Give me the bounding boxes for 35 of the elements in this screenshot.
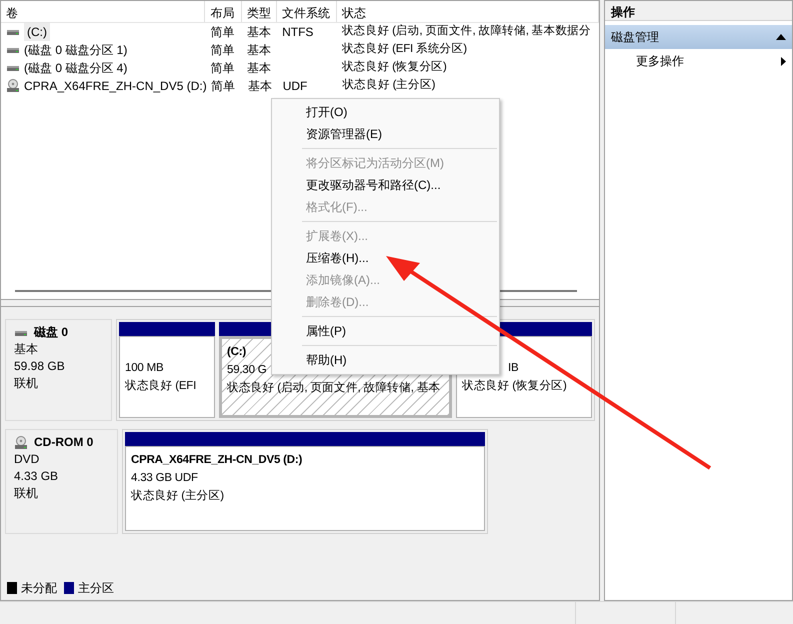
- disk-info: 联机: [14, 485, 39, 502]
- partition-size: 4.33 GB UDF: [131, 471, 198, 486]
- table-cell: 简单: [210, 43, 234, 57]
- partition-status: 状态良好 (主分区): [131, 488, 224, 504]
- legend-label: 未分配: [21, 580, 57, 597]
- partition-size: IB: [507, 361, 518, 376]
- table-cell: 基本: [247, 61, 272, 75]
- table-cell: 简单: [210, 61, 234, 75]
- partition-name: (C:): [227, 345, 246, 360]
- partition-name: CPRA_X64FRE_ZH-CN_DV5 (D:): [131, 453, 302, 468]
- table-cell: 简单: [210, 25, 234, 39]
- partition-size: 59.30 G: [227, 363, 267, 378]
- disk-name: 磁盘 0: [34, 324, 68, 341]
- disk-info: 联机: [14, 375, 39, 392]
- table-cell: UDF: [282, 79, 308, 93]
- table-cell: 状态良好 (主分区): [342, 79, 436, 92]
- table-cell: 简单: [211, 79, 235, 93]
- table-cell: 基本: [247, 43, 272, 57]
- disk-info: 59.98 GB: [14, 358, 66, 375]
- legend-label: 主分区: [78, 580, 114, 597]
- disk-name: CD-ROM 0: [34, 434, 94, 451]
- table-cell: 基本: [247, 25, 272, 39]
- partition-size: 100 MB: [125, 361, 164, 376]
- disk-info: 基本: [14, 341, 39, 358]
- table-cell: 基本: [248, 79, 272, 93]
- partition-status: 状态良好 (启动, 页面文件, 故障转储, 基本: [227, 380, 440, 396]
- table-cell: NTFS: [282, 25, 314, 39]
- disk-info: DVD: [14, 451, 40, 468]
- partition-status: 状态良好 (恢复分区): [462, 378, 567, 394]
- table-cell: 状态良好 (启动, 页面文件, 故障转储, 基本数据分: [342, 25, 591, 38]
- disk-info: 4.33 GB: [14, 468, 60, 485]
- partition-status: 状态良好 (EFI: [125, 378, 196, 394]
- table-cell: 状态良好 (恢复分区): [342, 61, 447, 74]
- table-cell: 状态良好 (EFI 系统分区): [342, 43, 467, 56]
- panel-header: 操作: [605, 1, 792, 21]
